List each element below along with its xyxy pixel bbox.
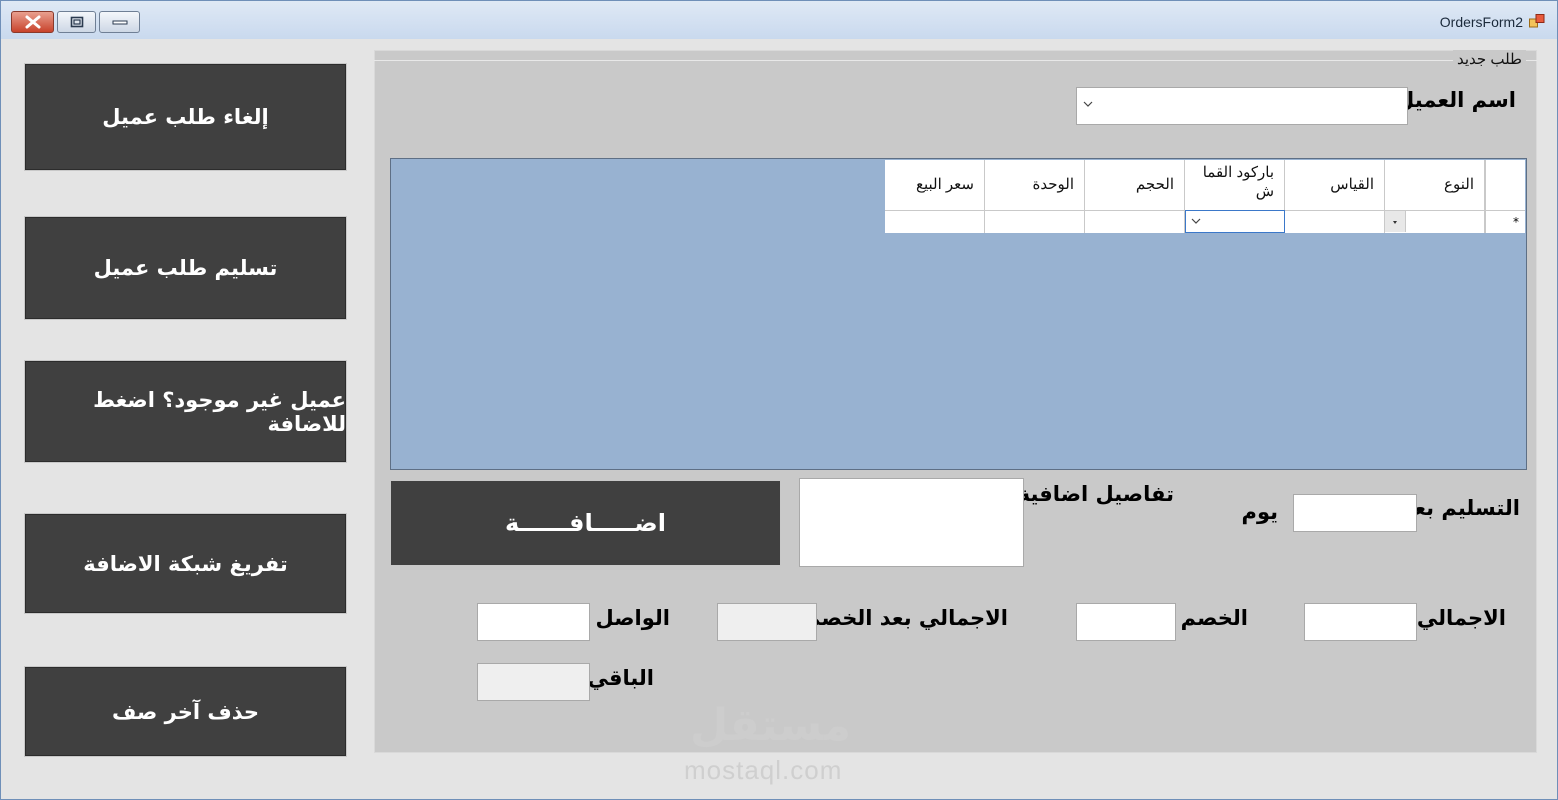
column-header-barcode[interactable]: باركود القماش: [1185, 160, 1285, 210]
customer-name-combobox[interactable]: [1076, 87, 1408, 125]
extra-details-label: تفاصيل اضافية: [1017, 482, 1174, 506]
cell-size[interactable]: [1285, 210, 1385, 233]
delete-last-row-button[interactable]: حذف آخر صف: [24, 666, 347, 757]
close-icon: [25, 15, 40, 29]
customer-name-label: اسم العميل: [1396, 88, 1516, 112]
cancel-order-button[interactable]: إلغاء طلب عميل: [24, 63, 347, 171]
maximize-button[interactable]: [57, 11, 96, 33]
remaining-label: الباقي: [587, 666, 654, 690]
extra-details-textarea[interactable]: [799, 478, 1024, 567]
delivery-days-input[interactable]: [1293, 494, 1417, 532]
remaining-input[interactable]: [477, 663, 590, 701]
cell-dropdown-button[interactable]: [1385, 211, 1406, 232]
paid-input[interactable]: [477, 603, 590, 641]
close-button[interactable]: [11, 11, 54, 33]
cell-type-combobox[interactable]: [1385, 210, 1485, 233]
cell-volume[interactable]: [1085, 210, 1185, 233]
clear-grid-button[interactable]: تفريغ شبكة الاضافة: [24, 513, 347, 614]
total-label: الاجمالي: [1416, 606, 1506, 630]
watermark-text: mostaql.com: [684, 755, 843, 785]
title-bar: OrdersForm2: [1, 1, 1557, 39]
new-row-marker: *: [1485, 210, 1525, 233]
minimize-icon: [112, 20, 127, 25]
app-icon: [1529, 14, 1545, 28]
deliver-order-button[interactable]: تسليم طلب عميل: [24, 216, 347, 320]
minimize-button[interactable]: [99, 11, 140, 33]
column-header-volume[interactable]: الحجم: [1085, 160, 1185, 210]
discount-label: الخصم: [1180, 606, 1248, 630]
chevron-down-icon: [1191, 218, 1201, 224]
row-header-corner: [1485, 160, 1525, 210]
column-header-type[interactable]: النوع: [1385, 160, 1485, 210]
dropdown-arrow-icon: [1393, 221, 1397, 224]
restore-icon: [70, 16, 83, 28]
window-title: OrdersForm2: [1439, 14, 1523, 30]
chevron-down-icon: [1083, 101, 1093, 107]
cell-sale-price[interactable]: [885, 210, 985, 233]
groupbox-border: [374, 60, 1537, 61]
total-after-discount-input[interactable]: [717, 603, 817, 641]
cell-barcode-combobox[interactable]: [1185, 210, 1285, 233]
discount-input[interactable]: [1076, 603, 1176, 641]
add-item-button[interactable]: اضـــــافــــــة: [390, 480, 781, 566]
cell-unit[interactable]: [985, 210, 1085, 233]
watermark-logo: مستقل: [690, 700, 851, 751]
column-header-sale-price[interactable]: سعر البيع: [885, 160, 985, 210]
groupbox-title: طلب جديد: [1453, 50, 1526, 68]
delivery-unit-label: يوم: [1241, 500, 1278, 524]
delivery-after-label: التسليم بعد: [1402, 496, 1520, 520]
total-after-discount-label: الاجمالي بعد الخصم: [805, 606, 1008, 630]
add-new-customer-button[interactable]: عميل غير موجود؟ اضغط للاضافة: [24, 360, 347, 463]
column-header-size[interactable]: القياس: [1285, 160, 1385, 210]
total-input[interactable]: [1304, 603, 1417, 641]
paid-label: الواصل: [595, 606, 670, 630]
order-items-grid[interactable]: النوع القياس باركود القماش الحجم الوحدة …: [390, 158, 1527, 470]
column-header-unit[interactable]: الوحدة: [985, 160, 1085, 210]
